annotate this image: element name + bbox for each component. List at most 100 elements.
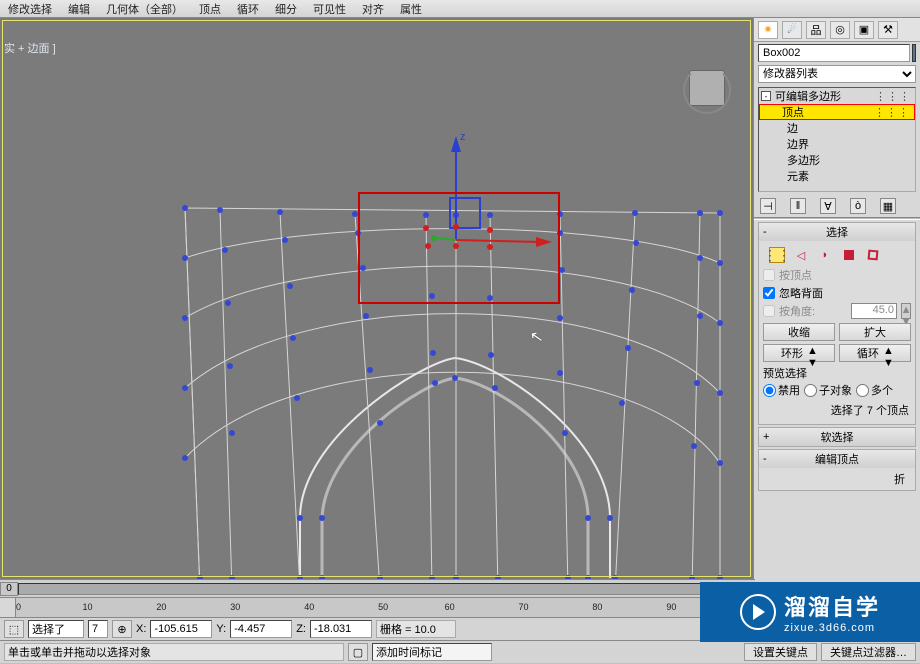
time-slider[interactable]: 0 < > [0, 579, 755, 597]
element-icon [868, 250, 879, 261]
rainbow-icon: ☄ [787, 23, 797, 36]
menu-loop[interactable]: 循环 [229, 1, 267, 17]
radio-disable[interactable] [763, 384, 776, 397]
stack-vertex[interactable]: 顶点⋮⋮⋮ [759, 104, 915, 120]
time-ruler[interactable]: 0 10 20 30 40 50 60 70 80 90 100 [0, 597, 755, 617]
edge-mode-button[interactable]: ◁ [793, 247, 809, 263]
tab-motion[interactable]: ◎ [830, 21, 850, 39]
grow-button[interactable]: 扩大 [839, 323, 911, 341]
rollout-editvert-head[interactable]: -编辑顶点 [759, 450, 915, 468]
tab-hierarchy[interactable]: 品 [806, 21, 826, 39]
menu-geometry[interactable]: 几何体（全部） [98, 1, 191, 17]
tab-create[interactable]: ✷ [758, 21, 778, 39]
x-value[interactable]: -105.615 [150, 620, 212, 638]
remove-modifier-button[interactable]: ò [850, 198, 866, 214]
menu-subdiv[interactable]: 细分 [267, 1, 305, 17]
stack-element[interactable]: 元素 [759, 168, 915, 184]
axis-z-label: z [460, 131, 466, 143]
watermark-sub: zixue.3d66.com [784, 622, 880, 634]
stack-edge[interactable]: 边 [759, 120, 915, 136]
menu-modify-selection[interactable]: 修改选择 [0, 1, 60, 17]
timeline-lock-button[interactable]: ▢ [348, 643, 368, 661]
by-vertex-row: 按顶点 [763, 266, 911, 284]
selection-count: 选择了 7 个顶点 [763, 399, 911, 421]
command-panel: ✷ ☄ 品 ◎ ▣ ⚒ 修改器列表 - 可编辑多边形 ⋮⋮⋮ 顶点⋮⋮⋮ 边 边… [753, 18, 920, 658]
vertex-icon: ⋮⋮ [763, 247, 791, 264]
watermark-main: 溜溜自学 [784, 590, 880, 622]
menu-bar: 修改选择 编辑 几何体（全部） 顶点 循环 细分 可见性 对齐 属性 [0, 0, 920, 18]
rollout-selection: -选择 ⋮⋮ ◁ ◗ 按顶点 忽略背面 按角度: 45.0 ▲▼ [758, 222, 916, 425]
angle-spinner: ▲▼ [901, 303, 911, 319]
keyfilter-button[interactable]: 关键点过滤器… [821, 643, 916, 661]
panel-tabs: ✷ ☄ 品 ◎ ▣ ⚒ [754, 18, 920, 42]
flask-icon: ‖ [796, 200, 801, 212]
object-name-input[interactable] [758, 44, 910, 62]
rollout-soft-selection: +软选择 [758, 427, 916, 447]
modifier-list-select[interactable]: 修改器列表 [758, 65, 916, 83]
vertex-mode-button[interactable]: ⋮⋮ [769, 247, 785, 263]
loop-button[interactable]: 循环▲▼ [839, 344, 911, 362]
ring-button[interactable]: 环形▲▼ [763, 344, 835, 362]
config-icon: ▦ [883, 200, 893, 213]
by-vertex-checkbox [763, 269, 775, 281]
object-color-swatch[interactable] [912, 44, 916, 62]
by-angle-checkbox [763, 305, 775, 317]
polygon-mode-button[interactable] [841, 247, 857, 263]
shrink-button[interactable]: 收缩 [763, 323, 835, 341]
menu-visibility[interactable]: 可见性 [305, 1, 354, 17]
add-time-tag[interactable]: 添加时间标记 [372, 643, 492, 661]
viewcube[interactable] [679, 64, 735, 120]
tab-utilities[interactable]: ⚒ [878, 21, 898, 39]
unique-icon: ∀ [824, 200, 832, 213]
menu-properties[interactable]: 属性 [392, 1, 430, 17]
modifier-list-row: 修改器列表 [754, 64, 920, 86]
grid-label: 栅格 = 10.0 [376, 620, 456, 638]
star-icon: ✷ [763, 23, 772, 36]
hierarchy-icon: 品 [811, 22, 822, 38]
edge-icon: ◁ [797, 249, 805, 262]
border-mode-button[interactable]: ◗ [817, 247, 833, 263]
element-mode-button[interactable] [865, 247, 881, 263]
ignore-backfacing-checkbox[interactable] [763, 287, 775, 299]
pin-icon: ⊣ [763, 200, 773, 213]
configure-sets-button[interactable]: ▦ [880, 198, 896, 214]
menu-edit[interactable]: 编辑 [60, 1, 98, 17]
break-button-partial[interactable]: 折 [894, 474, 905, 486]
stack-border[interactable]: 边界 [759, 136, 915, 152]
display-icon: ▣ [859, 23, 869, 36]
rollout-edit-vertices: -编辑顶点 折 [758, 449, 916, 491]
angle-value: 45.0 [851, 303, 897, 319]
expand-icon[interactable]: - [761, 91, 771, 101]
lock-selection-button[interactable]: ⬚ [4, 620, 24, 638]
viewport[interactable]: 实 + 边面 ] [0, 18, 753, 579]
stack-polygon[interactable]: 多边形 [759, 152, 915, 168]
make-unique-button[interactable]: ∀ [820, 198, 836, 214]
watermark-logo: 溜溜自学 zixue.3d66.com [700, 582, 920, 642]
z-value[interactable]: -18.031 [310, 620, 372, 638]
tab-display[interactable]: ▣ [854, 21, 874, 39]
subobject-icons: ⋮⋮ ◁ ◗ [763, 244, 911, 266]
rollout-soft-head[interactable]: +软选择 [759, 428, 915, 446]
tab-modify[interactable]: ☄ [782, 21, 802, 39]
object-name-row [754, 42, 920, 64]
pin-stack-button[interactable]: ⊣ [760, 198, 776, 214]
border-icon: ◗ [822, 249, 829, 261]
y-value[interactable]: -4.457 [230, 620, 292, 638]
time-position-label[interactable]: 0 [0, 582, 18, 596]
play-icon [740, 594, 776, 630]
lock-icon: ⬚ [9, 623, 19, 636]
transform-mode-button[interactable]: ⊕ [112, 620, 132, 638]
modifier-stack[interactable]: - 可编辑多边形 ⋮⋮⋮ 顶点⋮⋮⋮ 边 边界 多边形 元素 [758, 87, 916, 192]
menu-vertex[interactable]: 顶点 [191, 1, 229, 17]
menu-align[interactable]: 对齐 [354, 1, 392, 17]
radio-subobj[interactable] [804, 384, 817, 397]
stack-root[interactable]: - 可编辑多边形 ⋮⋮⋮ [759, 88, 915, 104]
time-track[interactable] [18, 583, 723, 595]
setkey-button[interactable]: 设置关键点 [744, 643, 817, 661]
radio-multi[interactable] [856, 384, 869, 397]
x-label: X: [136, 623, 146, 635]
rollout-selection-head[interactable]: -选择 [759, 223, 915, 241]
motion-icon: ◎ [835, 23, 845, 36]
show-end-result-button[interactable]: ‖ [790, 198, 806, 214]
preview-radios: 禁用 子对象 多个 [763, 381, 911, 399]
